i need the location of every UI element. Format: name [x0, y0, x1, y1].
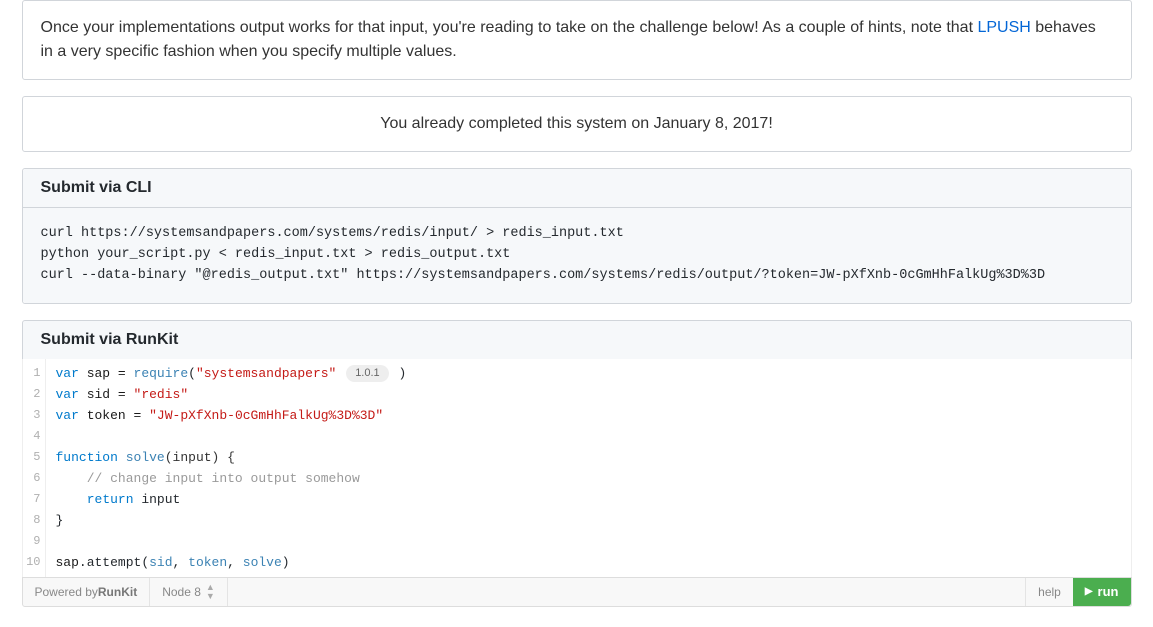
code-line: var sid = "redis" [56, 384, 1131, 405]
sort-icon: ▲▼ [206, 583, 215, 601]
powered-by-runkit[interactable]: Powered by RunKit [23, 578, 151, 606]
code-line: var sap = require("systemsandpapers" 1.0… [56, 363, 1131, 384]
cli-panel: Submit via CLI curl https://systemsandpa… [22, 168, 1132, 304]
code-line: var token = "JW-pXfXnb-0cGmHhFalkUg%3D%3… [56, 405, 1131, 426]
code-line: return input [56, 489, 1131, 510]
cli-code[interactable]: curl https://systemsandpapers.com/system… [23, 208, 1131, 303]
play-icon: ▶ [1085, 586, 1093, 597]
node-version-select[interactable]: Node 8 ▲▼ [150, 578, 228, 606]
code-line: function solve(input) { [56, 447, 1131, 468]
intro-before: Once your implementations output works f… [41, 19, 978, 36]
runkit-header: Submit via RunKit [22, 320, 1132, 359]
code-line: sap.attempt(sid, token, solve) [56, 552, 1131, 573]
lpush-link[interactable]: LPUSH [977, 19, 1030, 36]
code-line: // change input into output somehow [56, 468, 1131, 489]
runkit-panel: Submit via RunKit 1 2 3 4 5 6 7 8 9 10 v… [22, 320, 1132, 607]
code-line [56, 531, 1131, 552]
intro-panel: Once your implementations output works f… [22, 0, 1132, 80]
line-gutter: 1 2 3 4 5 6 7 8 9 10 [23, 359, 45, 577]
help-button[interactable]: help [1025, 578, 1073, 606]
runkit-footer: Powered by RunKit Node 8 ▲▼ help ▶ run [22, 577, 1132, 607]
runkit-editor[interactable]: 1 2 3 4 5 6 7 8 9 10 var sap = require("… [22, 359, 1132, 577]
completion-text: You already completed this system on Jan… [23, 97, 1131, 151]
cli-header: Submit via CLI [23, 169, 1131, 208]
code-line: } [56, 510, 1131, 531]
completion-panel: You already completed this system on Jan… [22, 96, 1132, 152]
run-button[interactable]: ▶ run [1073, 578, 1131, 606]
pkg-version-badge[interactable]: 1.0.1 [346, 365, 388, 382]
code-line [56, 426, 1131, 447]
code-area[interactable]: var sap = require("systemsandpapers" 1.0… [45, 359, 1131, 577]
intro-text: Once your implementations output works f… [41, 16, 1113, 64]
